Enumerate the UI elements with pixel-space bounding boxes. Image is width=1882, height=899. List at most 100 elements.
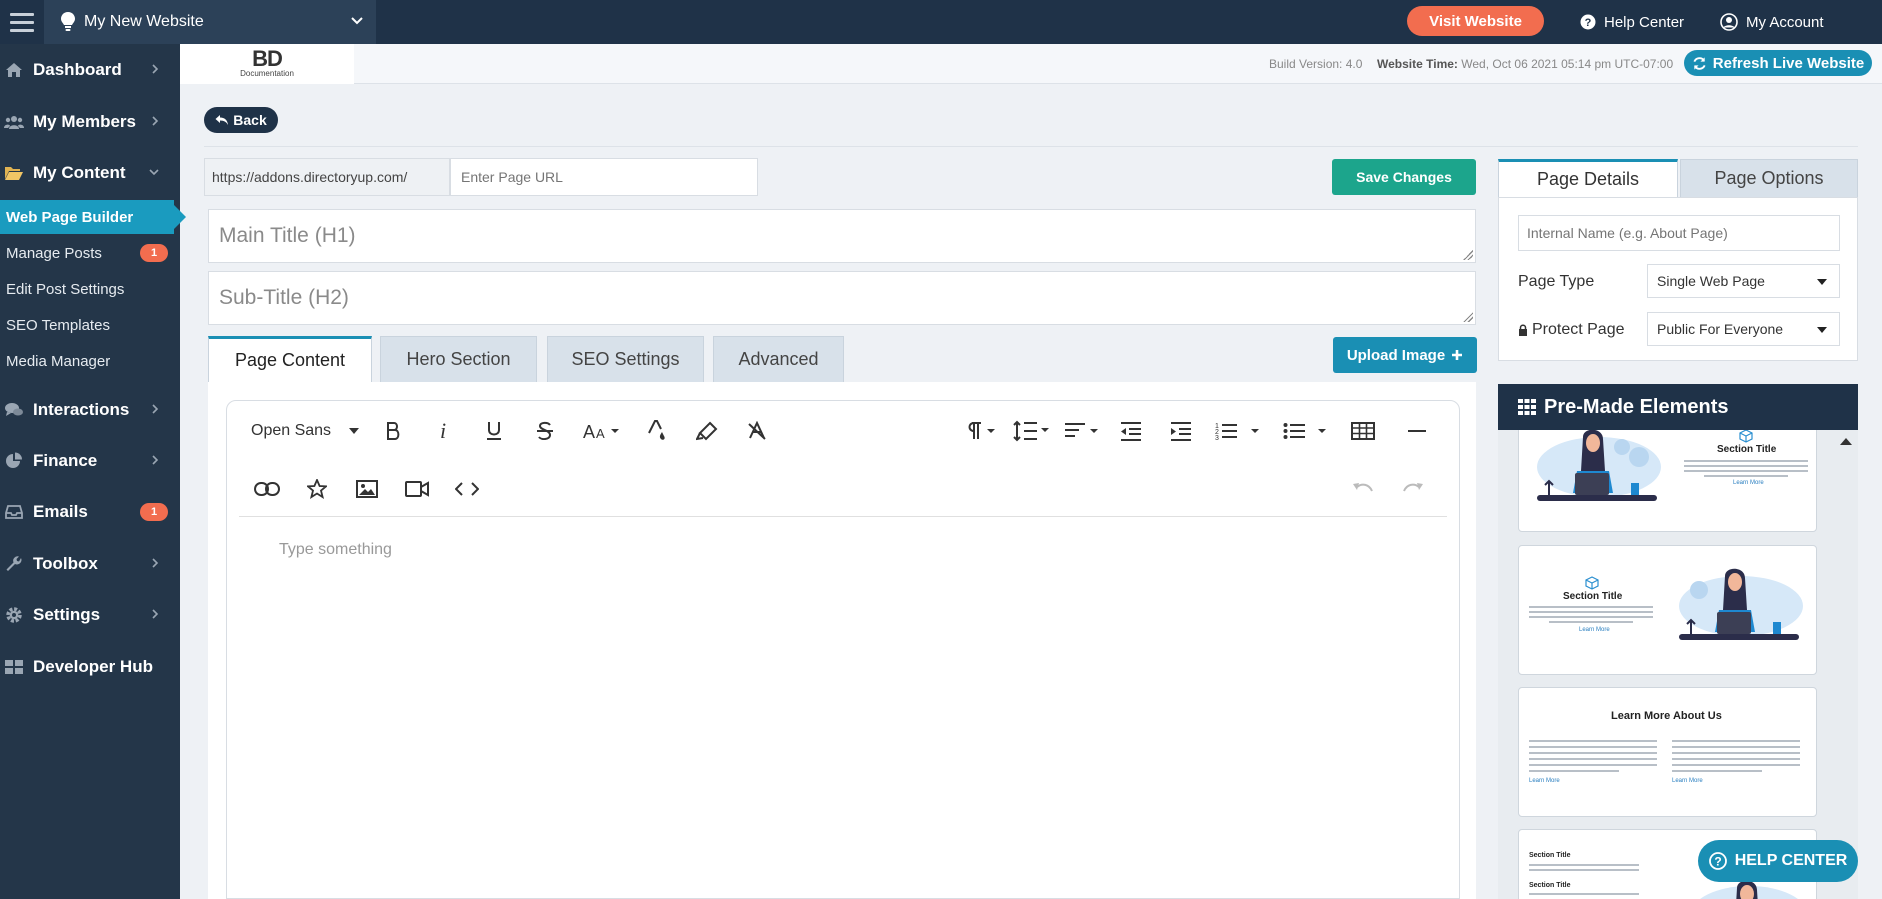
tab-page-details[interactable]: Page Details: [1498, 159, 1678, 197]
editor-body[interactable]: Type something: [279, 541, 392, 559]
element-card[interactable]: Learn More About Us Learn More Learn Mor…: [1518, 687, 1817, 817]
lorem-line: [1529, 770, 1619, 772]
grid-icon: [3, 658, 25, 676]
element-card[interactable]: Section Title Learn More: [1518, 430, 1817, 532]
subitem-label: Edit Post Settings: [6, 280, 125, 298]
scroll-up-icon[interactable]: [1840, 438, 1852, 445]
main-title-placeholder: Main Title (H1): [219, 224, 356, 247]
sidebar-item-emails[interactable]: Emails 1: [0, 490, 180, 534]
text-color-icon[interactable]: [641, 415, 673, 447]
sidebar-item-label: Toolbox: [33, 554, 98, 573]
underline-icon[interactable]: [478, 415, 510, 447]
paragraph-format-icon[interactable]: [965, 415, 1001, 447]
code-view-icon[interactable]: [451, 473, 483, 505]
sidebar-item-finance[interactable]: Finance: [0, 439, 180, 483]
tab-seo-settings[interactable]: SEO Settings: [547, 336, 704, 382]
sidebar-subitem-edit-post-settings[interactable]: Edit Post Settings: [0, 272, 180, 306]
card-link: Learn More: [1672, 778, 1703, 784]
upload-image-button[interactable]: Upload Image: [1333, 337, 1477, 373]
lorem-line: [1529, 869, 1639, 871]
redo-icon[interactable]: [1397, 473, 1429, 505]
image-icon[interactable]: [351, 473, 383, 505]
lorem-line: [1529, 746, 1657, 748]
help-center-link[interactable]: ? Help Center: [1580, 0, 1684, 44]
protect-page-label-group: Protect Page: [1518, 321, 1625, 339]
sidebar-subitem-media-manager[interactable]: Media Manager: [0, 344, 180, 378]
outdent-icon[interactable]: [1115, 415, 1147, 447]
refresh-label: Refresh Live Website: [1712, 54, 1865, 72]
wrench-icon: [3, 555, 25, 573]
main-title-input[interactable]: Main Title (H1): [208, 209, 1476, 263]
ordered-list-icon[interactable]: 123: [1215, 415, 1267, 447]
table-icon[interactable]: [1347, 415, 1379, 447]
bd-logo[interactable]: BD Documentation: [180, 44, 354, 84]
chevron-down-icon: [351, 17, 363, 25]
star-icon[interactable]: [301, 473, 333, 505]
internal-name-input[interactable]: [1518, 215, 1840, 251]
italic-icon[interactable]: i: [427, 415, 459, 447]
sidebar-item-settings[interactable]: Settings: [0, 593, 180, 637]
sidebar-item-toolbox[interactable]: Toolbox: [0, 542, 180, 586]
resize-handle[interactable]: [1463, 250, 1473, 260]
protect-page-select[interactable]: Public For Everyone: [1647, 312, 1840, 346]
save-changes-button[interactable]: Save Changes: [1332, 159, 1476, 195]
strikethrough-icon[interactable]: [529, 415, 561, 447]
refresh-live-website-button[interactable]: Refresh Live Website: [1684, 50, 1872, 76]
sidebar-item-dashboard[interactable]: Dashboard: [0, 48, 180, 92]
grid-icon: [1518, 399, 1536, 415]
card-link: Learn More: [1579, 627, 1610, 633]
sidebar-subitem-manage-posts[interactable]: Manage Posts 1: [0, 236, 180, 270]
sidebar-item-my-members[interactable]: My Members: [0, 100, 180, 144]
menu-toggle-icon[interactable]: [0, 0, 44, 44]
lorem-line: [1529, 606, 1653, 608]
sidebar-subitem-web-page-builder[interactable]: Web Page Builder: [0, 200, 186, 234]
bold-icon[interactable]: [377, 415, 409, 447]
my-account-link[interactable]: My Account: [1720, 0, 1824, 44]
sidebar-subitem-seo-templates[interactable]: SEO Templates: [0, 308, 180, 342]
font-size-icon[interactable]: AA: [583, 415, 625, 447]
tab-hero-section[interactable]: Hero Section: [380, 336, 537, 382]
font-family-value: Open Sans: [251, 422, 332, 439]
help-center-button[interactable]: ? HELP CENTER: [1698, 840, 1858, 882]
lorem-line: [1529, 611, 1653, 613]
website-selector[interactable]: My New Website: [44, 0, 376, 44]
visit-website-button[interactable]: Visit Website: [1407, 6, 1544, 36]
horizontal-line-icon[interactable]: [1401, 415, 1433, 447]
protect-page-label: Protect Page: [1532, 321, 1625, 338]
website-time: Website Time: Wed, Oct 06 2021 05:14 pm …: [1377, 57, 1673, 71]
users-icon: [3, 113, 25, 131]
chevron-right-icon: [152, 609, 159, 619]
tab-page-content[interactable]: Page Content: [208, 336, 372, 382]
video-icon[interactable]: [401, 473, 433, 505]
page-type-select[interactable]: Single Web Page: [1647, 264, 1840, 298]
element-card[interactable]: Section Title Learn More: [1518, 545, 1817, 675]
line-height-icon[interactable]: [1013, 415, 1053, 447]
subtitle-input[interactable]: Sub-Title (H2): [208, 271, 1476, 325]
indent-icon[interactable]: [1165, 415, 1197, 447]
tab-page-options[interactable]: Page Options: [1680, 159, 1858, 197]
sidebar-item-label: My Members: [33, 112, 136, 131]
align-dropdown-icon[interactable]: [1063, 415, 1103, 447]
page-url-input[interactable]: [450, 158, 758, 196]
website-name: My New Website: [84, 13, 204, 30]
font-family-dropdown[interactable]: Open Sans: [251, 415, 360, 447]
resize-handle[interactable]: [1463, 312, 1473, 322]
top-bar: My New Website Visit Website ? Help Cent…: [0, 0, 1882, 44]
sidebar-item-developer-hub[interactable]: Developer Hub: [0, 645, 180, 689]
lorem-line: [1684, 470, 1808, 472]
sidebar-item-label: Settings: [33, 605, 101, 624]
lorem-line: [1529, 864, 1639, 866]
undo-icon[interactable]: [1347, 473, 1379, 505]
sidebar-item-interactions[interactable]: Interactions: [0, 388, 180, 432]
highlighter-icon[interactable]: [691, 415, 723, 447]
caret-down-icon: [1817, 327, 1827, 333]
pre-made-elements-list: Section Title Learn More Section Title L…: [1498, 430, 1858, 899]
lorem-line: [1529, 764, 1657, 766]
caret-down-icon: [349, 428, 360, 434]
tab-advanced[interactable]: Advanced: [713, 336, 844, 382]
back-button[interactable]: Back: [204, 107, 278, 133]
sidebar-item-my-content[interactable]: My Content: [0, 151, 180, 195]
unordered-list-icon[interactable]: [1283, 415, 1333, 447]
clear-formatting-icon[interactable]: [741, 415, 773, 447]
link-icon[interactable]: [251, 473, 283, 505]
